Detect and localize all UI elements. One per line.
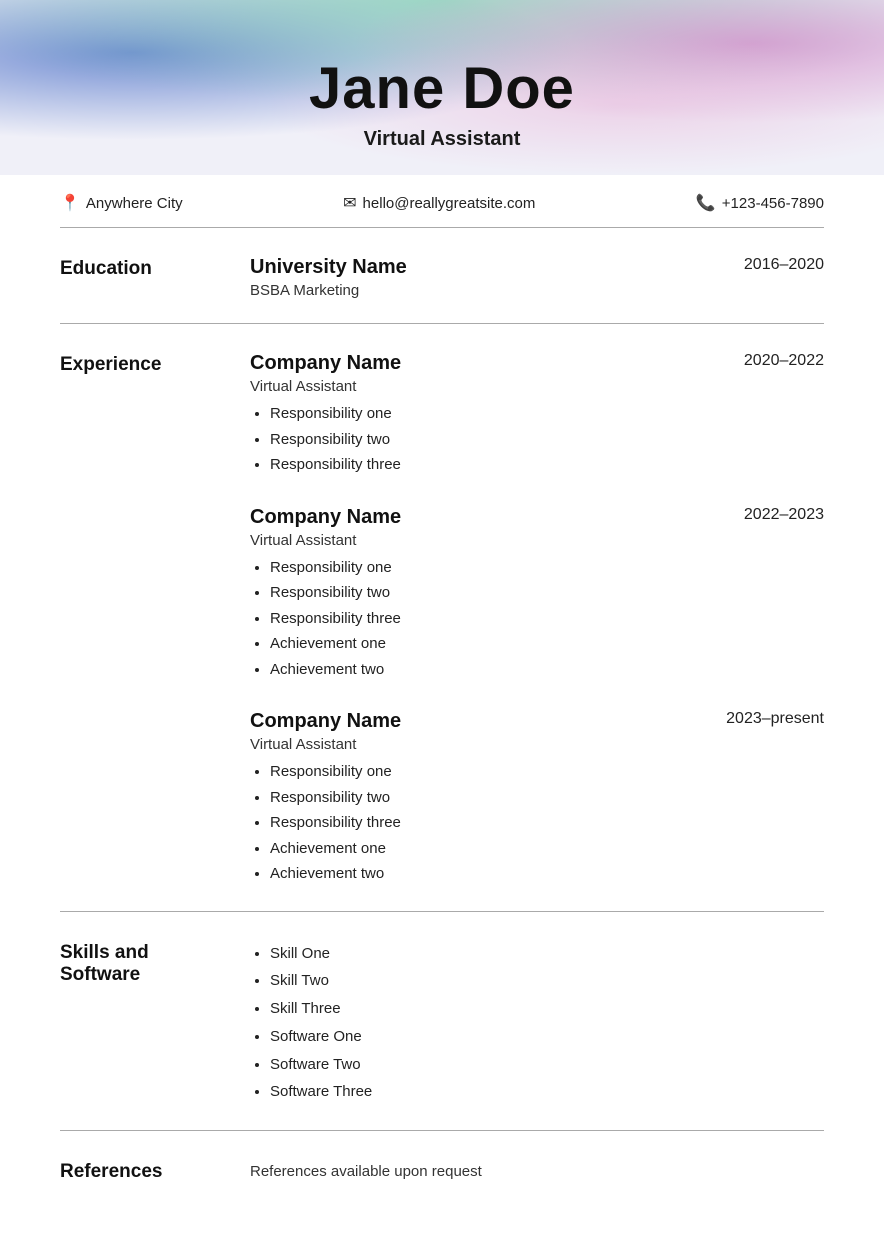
candidate-name: Jane Doe [0, 55, 884, 122]
skill-item: Skill Two [270, 967, 824, 995]
exp3-role: Virtual Assistant [250, 736, 824, 753]
exp1-company: Company Name [250, 352, 401, 375]
phone-contact: 📞 +123-456-7890 [696, 193, 824, 213]
exp2-list: Responsibility one Responsibility two Re… [250, 555, 824, 683]
references-label: References [60, 1159, 250, 1183]
exp1-header: Company Name 2020–2022 [250, 352, 824, 375]
exp3-header: Company Name 2023–present [250, 710, 824, 733]
references-content: References available upon request [250, 1159, 824, 1183]
email-icon: ✉ [343, 193, 356, 213]
exp1-list: Responsibility one Responsibility two Re… [250, 401, 824, 478]
email-contact: ✉ hello@reallygreatsite.com [343, 193, 535, 213]
location-contact: 📍 Anywhere City [60, 193, 183, 213]
header-section: Jane Doe Virtual Assistant [0, 0, 884, 171]
education-content: University Name 2016–2020 BSBA Marketing [250, 256, 824, 299]
candidate-title: Virtual Assistant [0, 128, 884, 151]
phone-icon: 📞 [696, 193, 716, 213]
skills-list: Skill One Skill Two Skill Three Software… [250, 940, 824, 1107]
experience-entry-1: Company Name 2020–2022 Virtual Assistant… [250, 352, 824, 478]
experience-label: Experience [60, 352, 250, 887]
list-item: Achievement one [270, 836, 824, 862]
exp2-dates: 2022–2023 [744, 506, 824, 524]
list-item: Responsibility two [270, 427, 824, 453]
exp3-company: Company Name [250, 710, 401, 733]
education-entry-header: University Name 2016–2020 [250, 256, 824, 279]
exp1-dates: 2020–2022 [744, 352, 824, 370]
education-entry: University Name 2016–2020 BSBA Marketing [250, 256, 824, 299]
exp3-list: Responsibility one Responsibility two Re… [250, 759, 824, 887]
education-dates: 2016–2020 [744, 256, 824, 274]
list-item: Responsibility two [270, 785, 824, 811]
education-degree: BSBA Marketing [250, 282, 824, 299]
list-item: Achievement two [270, 657, 824, 683]
skills-content: Skill One Skill Two Skill Three Software… [250, 940, 824, 1107]
experience-section: Experience Company Name 2020–2022 Virtua… [60, 324, 824, 911]
location-text: Anywhere City [86, 195, 183, 212]
skill-item: Software One [270, 1023, 824, 1051]
list-item: Responsibility one [270, 555, 824, 581]
location-icon: 📍 [60, 193, 80, 213]
exp2-header: Company Name 2022–2023 [250, 506, 824, 529]
skills-section: Skills and Software Skill One Skill Two … [60, 912, 824, 1131]
contact-bar: 📍 Anywhere City ✉ hello@reallygreatsite.… [0, 179, 884, 227]
list-item: Achievement one [270, 631, 824, 657]
university-name: University Name [250, 256, 407, 279]
skill-item: Software Two [270, 1051, 824, 1079]
skill-item: Software Three [270, 1078, 824, 1106]
exp1-role: Virtual Assistant [250, 378, 824, 395]
experience-entry-3: Company Name 2023–present Virtual Assist… [250, 710, 824, 887]
references-text: References available upon request [250, 1159, 824, 1180]
list-item: Responsibility two [270, 580, 824, 606]
resume-wrapper: Jane Doe Virtual Assistant 📍 Anywhere Ci… [0, 0, 884, 1250]
references-section: References References available upon req… [60, 1131, 824, 1207]
list-item: Responsibility one [270, 401, 824, 427]
list-item: Responsibility three [270, 452, 824, 478]
list-item: Responsibility three [270, 606, 824, 632]
list-item: Responsibility three [270, 810, 824, 836]
experience-entry-2: Company Name 2022–2023 Virtual Assistant… [250, 506, 824, 683]
main-content: Education University Name 2016–2020 BSBA… [0, 228, 884, 1207]
list-item: Achievement two [270, 861, 824, 887]
exp3-dates: 2023–present [726, 710, 824, 728]
skill-item: Skill Three [270, 995, 824, 1023]
exp2-role: Virtual Assistant [250, 532, 824, 549]
skill-item: Skill One [270, 940, 824, 968]
list-item: Responsibility one [270, 759, 824, 785]
education-section: Education University Name 2016–2020 BSBA… [60, 228, 824, 323]
education-label: Education [60, 256, 250, 299]
email-text: hello@reallygreatsite.com [363, 195, 536, 212]
phone-text: +123-456-7890 [722, 195, 824, 212]
skills-label: Skills and Software [60, 940, 250, 1107]
experience-content: Company Name 2020–2022 Virtual Assistant… [250, 352, 824, 887]
exp2-company: Company Name [250, 506, 401, 529]
